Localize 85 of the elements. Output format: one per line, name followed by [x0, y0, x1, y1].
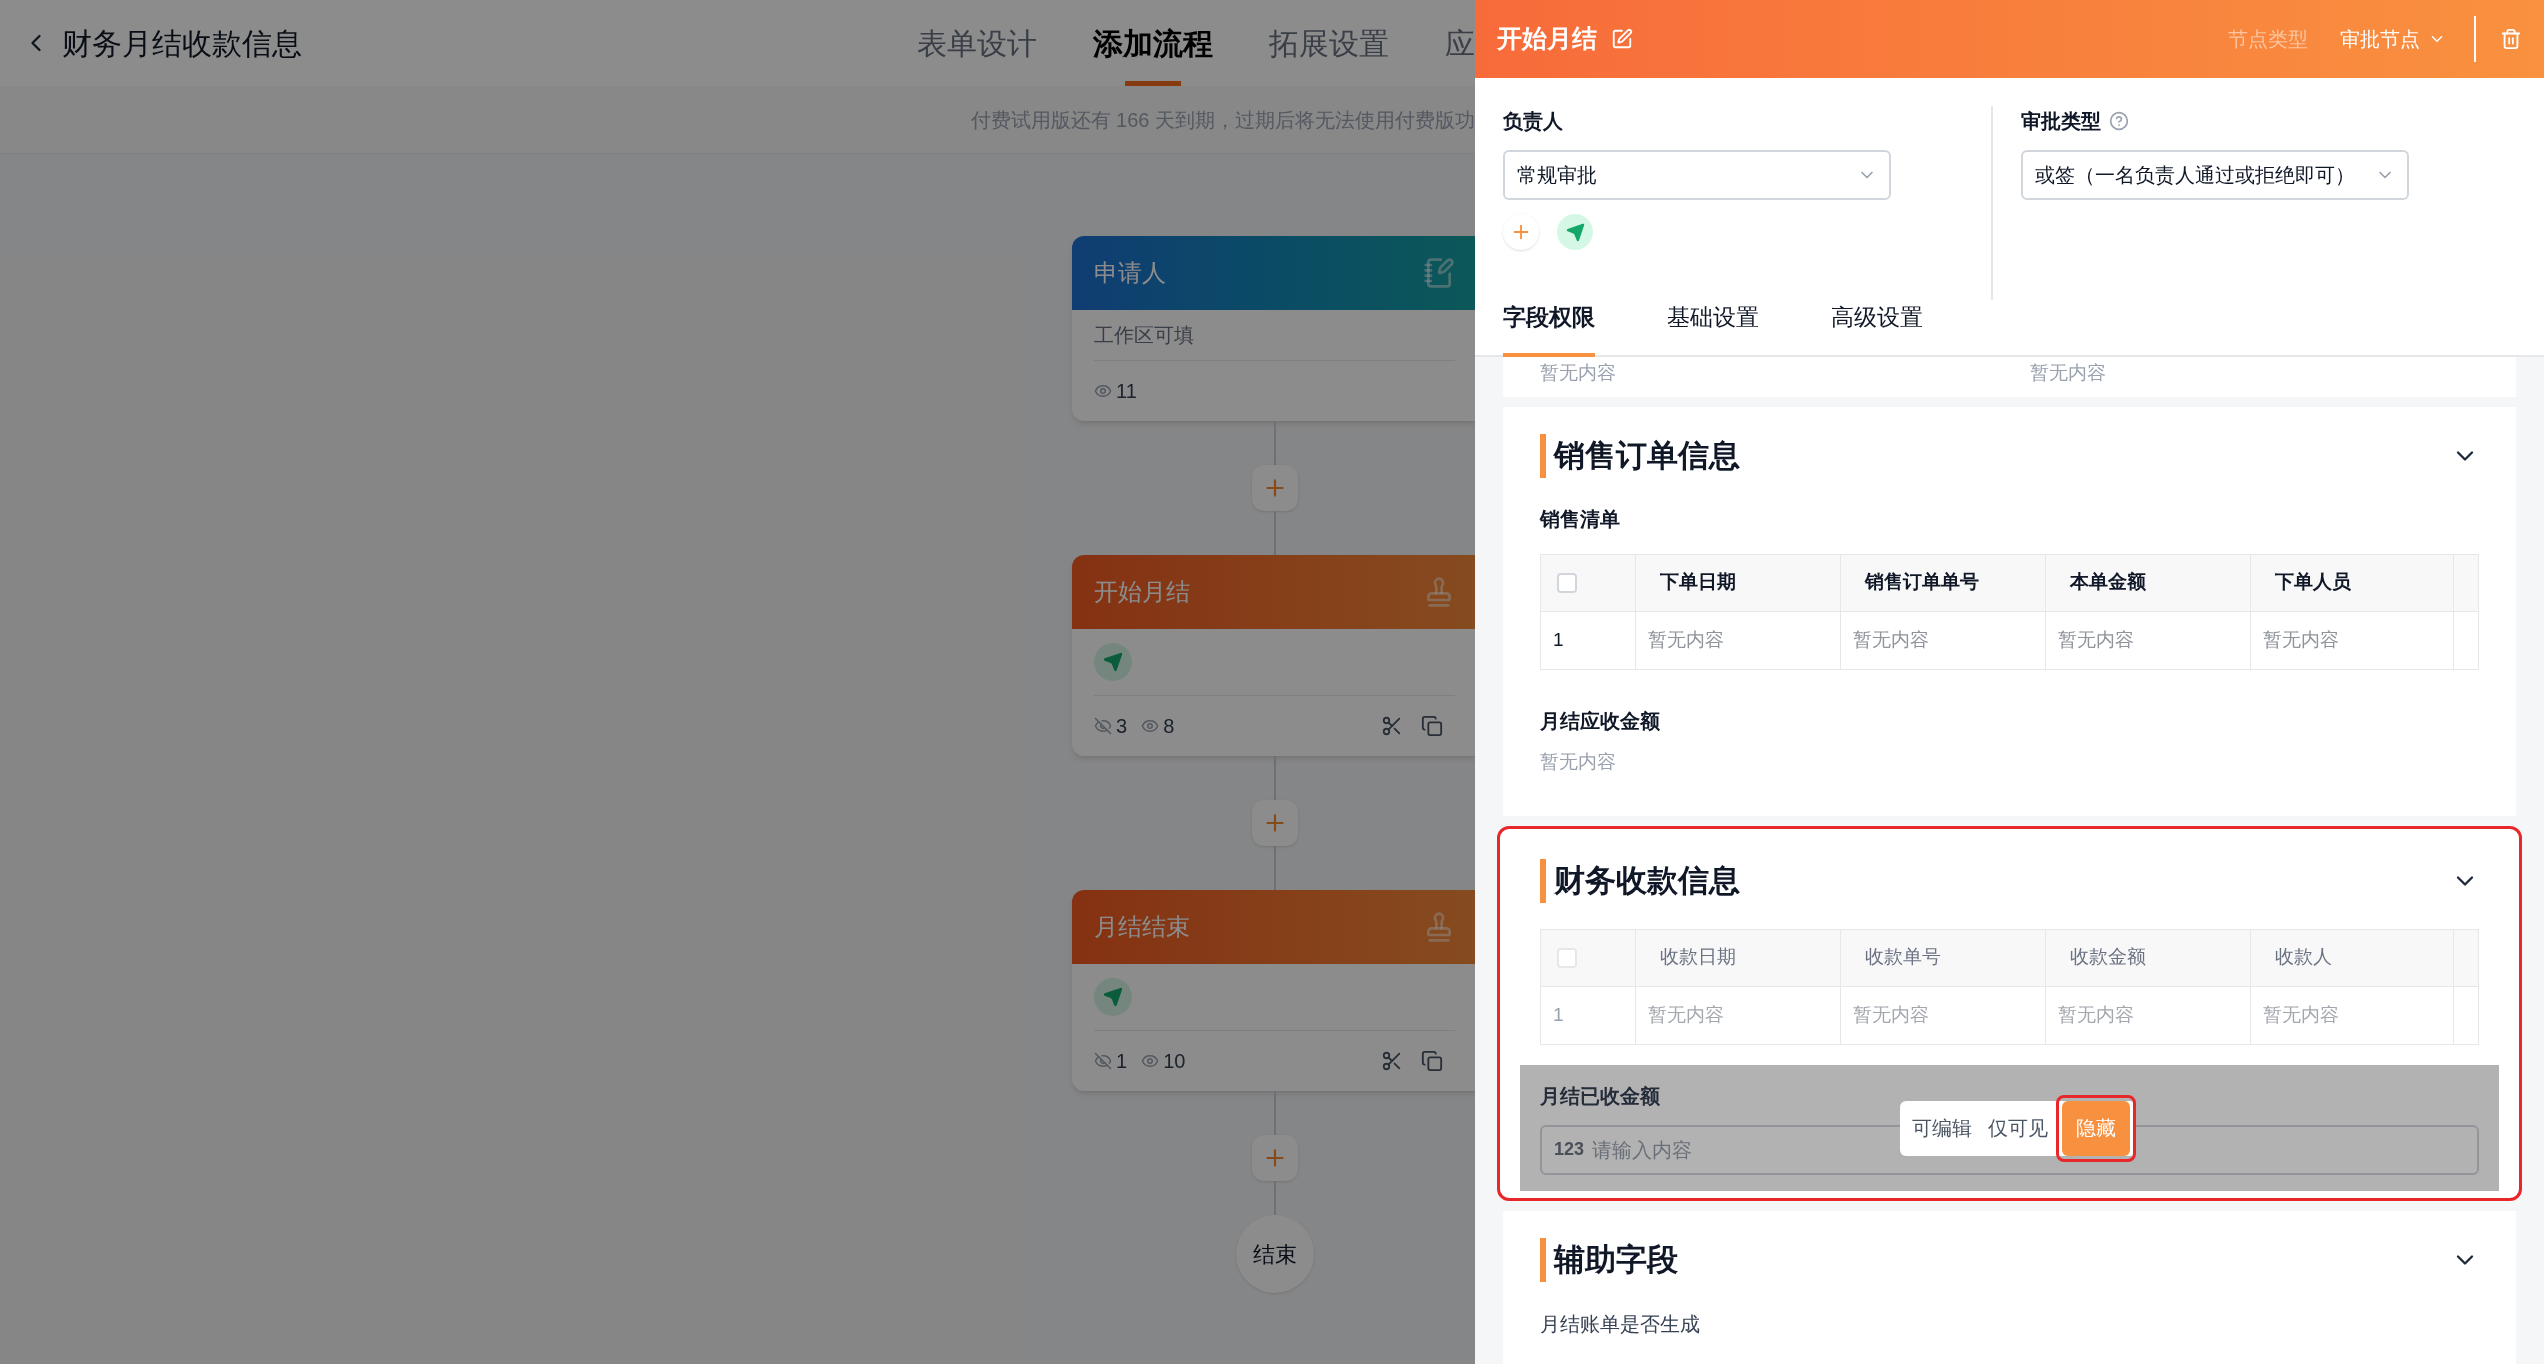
input-placeholder: 请输入内容 [1592, 1137, 1693, 1163]
flow-node-card[interactable]: 开始月结 3 8 [1072, 555, 1475, 756]
panel-title: 开始月结 [1497, 23, 1597, 55]
field-value: 暂无内容 [2030, 363, 2106, 383]
add-node-button[interactable] [1251, 1135, 1298, 1181]
column-header: 收款日期 [1660, 945, 1736, 970]
hidden-count: 3 [1116, 714, 1128, 739]
eye-icon [1141, 717, 1160, 735]
table-cell-text: 暂无内容 [2058, 627, 2134, 652]
section-accent-bar [1540, 1237, 1546, 1282]
hidden-count: 1 [1116, 1049, 1128, 1074]
section-title: 销售订单信息 [1554, 437, 1740, 475]
approval-type-select[interactable]: 或签（一名负责人通过或拒绝即可） [2021, 150, 2409, 200]
table-cell-text: 暂无内容 [1853, 627, 1929, 652]
table-cell-text: 暂无内容 [2263, 1002, 2339, 1027]
flow-node-card[interactable]: 申请人 工作区可填 11 [1072, 236, 1475, 421]
section-title: 辅助字段 [1554, 1240, 1678, 1279]
scissors-icon[interactable] [1381, 1050, 1403, 1072]
panel-tab[interactable]: 高级设置 [1831, 300, 1923, 355]
panel-tab[interactable]: 字段权限 [1503, 300, 1595, 355]
copy-icon[interactable] [1421, 1050, 1443, 1072]
field-value: 暂无内容 [1540, 749, 1617, 774]
checkbox[interactable] [1557, 947, 1577, 968]
table-cell-text: 暂无内容 [2263, 627, 2339, 652]
visible-count: 11 [1116, 379, 1137, 404]
column-header: 收款人 [2275, 945, 2332, 970]
add-button[interactable] [1503, 214, 1539, 250]
assignee-select[interactable]: 常规审批 [1503, 150, 1891, 200]
page-tab[interactable]: 表单设计 [917, 0, 1037, 86]
send-avatar-icon [1094, 978, 1132, 1016]
section-accent-bar [1540, 859, 1546, 904]
visible-count: 10 [1163, 1049, 1186, 1074]
node-type-label: 节点类型 [2228, 27, 2308, 52]
column-header: 下单人员 [2275, 570, 2351, 595]
table-cell-text: 1 [1553, 1002, 1564, 1027]
visible-count: 8 [1163, 714, 1175, 739]
field-label: 负责人 [1503, 109, 1564, 134]
select-value: 或签（一名负责人通过或拒绝即可） [2035, 163, 2355, 188]
eye-off-icon [1094, 717, 1112, 735]
page-tab[interactable]: 应 [1445, 0, 1475, 86]
eye-off-icon [1094, 1052, 1112, 1070]
help-icon[interactable] [2109, 111, 2129, 131]
checkbox[interactable] [1557, 572, 1577, 593]
panel-tab[interactable]: 基础设置 [1667, 300, 1759, 355]
node-note: 工作区可填 [1094, 324, 1194, 346]
section-accent-bar [1540, 434, 1546, 479]
send-avatar-icon [1094, 643, 1132, 681]
add-node-button[interactable] [1251, 800, 1298, 846]
field-label: 月结已收金额 [1540, 1084, 1660, 1107]
column-header: 销售订单单号 [1865, 570, 1979, 595]
page-tab[interactable]: 添加流程 [1093, 0, 1213, 86]
eye-icon [1094, 382, 1112, 400]
flow-node-card[interactable]: 月结结束 1 10 [1072, 890, 1475, 1091]
field-value: 暂无内容 [1540, 363, 1617, 383]
table-cell-text: 暂无内容 [1648, 627, 1724, 652]
column-header: 本单金额 [2070, 570, 2146, 595]
node-title: 申请人 [1094, 258, 1166, 288]
column-header: 下单日期 [1660, 570, 1736, 595]
table-cell-text: 1 [1553, 627, 1564, 652]
section-title: 财务收款信息 [1554, 862, 1740, 900]
send-avatar-icon [1557, 214, 1593, 250]
field-label: 月结账单是否生成 [1540, 1313, 1700, 1335]
permission-option[interactable]: 仅可见 [1980, 1100, 2056, 1156]
node-title: 开始月结 [1094, 577, 1190, 607]
column-header: 收款单号 [1865, 945, 1941, 970]
eye-icon [1141, 1052, 1160, 1070]
field-label: 审批类型 [2021, 109, 2101, 134]
select-value: 常规审批 [1517, 163, 1597, 188]
edit-icon[interactable] [1611, 28, 1633, 50]
table-cell-text: 暂无内容 [1853, 1002, 1929, 1027]
delete-icon[interactable] [2500, 28, 2522, 50]
field-label: 销售清单 [1540, 507, 1620, 530]
column-header: 收款金额 [2070, 945, 2146, 970]
permission-option[interactable]: 可编辑 [1904, 1100, 1980, 1156]
add-node-button[interactable] [1251, 465, 1298, 511]
number-icon: 123 [1554, 1136, 1585, 1163]
scissors-icon[interactable] [1381, 715, 1403, 737]
field-label: 月结应收金额 [1540, 708, 1661, 734]
page-tab[interactable]: 拓展设置 [1269, 0, 1389, 86]
page-title: 财务月结收款信息 [62, 25, 302, 62]
end-label: 结束 [1252, 1240, 1297, 1269]
node-title: 月结结束 [1094, 912, 1190, 942]
table-cell-text: 暂无内容 [1648, 1002, 1724, 1027]
table-cell-text: 暂无内容 [2058, 1002, 2134, 1027]
copy-icon[interactable] [1421, 715, 1443, 737]
